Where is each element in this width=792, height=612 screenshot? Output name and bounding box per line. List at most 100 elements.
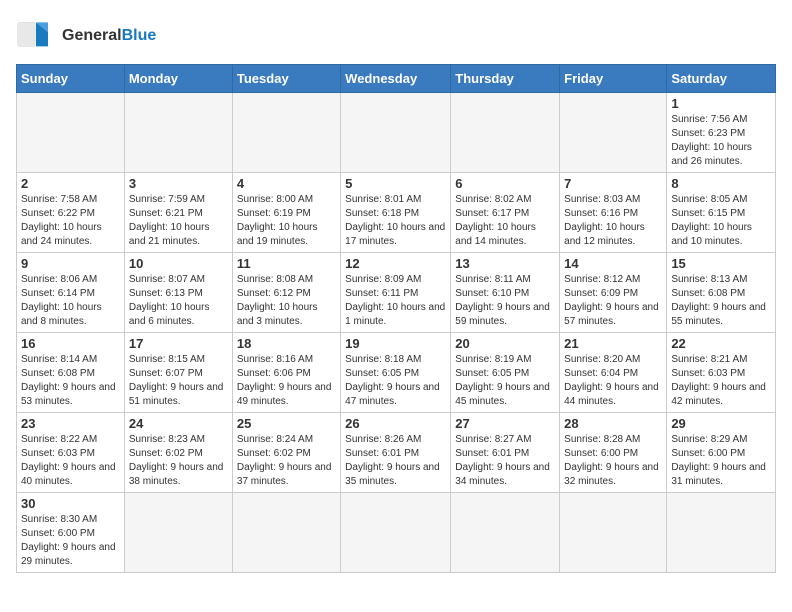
day-info: Sunrise: 8:24 AM Sunset: 6:02 PM Dayligh… [237,433,336,489]
day-number: 29 [671,416,771,431]
calendar-cell: 8 Sunrise: 8:05 AM Sunset: 6:15 PM Daylig… [667,173,776,253]
calendar-cell: 23 Sunrise: 8:22 AM Sunset: 6:03 PM Dayli… [17,413,125,493]
calendar-cell: 1Sunrise: 7:56 AM Sunset: 6:23 PM Daylig… [667,93,776,173]
calendar-cell: 19Sunrise: 8:18 AM Sunset: 6:05 PM Dayli… [341,333,451,413]
day-number: 21 [564,336,662,351]
day-info: Sunrise: 8:27 AM Sunset: 6:01 PM Dayligh… [455,433,555,489]
calendar-cell: 21 Sunrise: 8:20 AM Sunset: 6:04 PM Dayli… [560,333,667,413]
day-number: 30 [21,496,120,511]
day-info: Sunrise: 8:08 AM Sunset: 6:12 PM Dayligh… [237,273,336,329]
day-info: Sunrise: 8:30 AM Sunset: 6:00 PM Dayligh… [21,513,120,569]
day-info: Sunrise: 8:14 AM Sunset: 6:08 PM Dayligh… [21,353,120,409]
day-info: Sunrise: 8:23 AM Sunset: 6:02 PM Dayligh… [129,433,228,489]
calendar-cell [232,493,340,573]
day-info: Sunrise: 8:06 AM Sunset: 6:14 PM Dayligh… [21,273,120,329]
day-info: Sunrise: 8:28 AM Sunset: 6:00 PM Dayligh… [564,433,662,489]
header: GeneralBlue [16,16,776,56]
calendar-week-5: 23 Sunrise: 8:22 AM Sunset: 6:03 PM Dayli… [17,413,776,493]
day-number: 16 [21,336,120,351]
day-info: Sunrise: 8:00 AM Sunset: 6:19 PM Dayligh… [237,193,336,249]
day-info: Sunrise: 8:09 AM Sunset: 6:11 PM Dayligh… [345,273,446,329]
logo-text: GeneralBlue [62,27,156,45]
day-number: 22 [671,336,771,351]
calendar-week-6: 30 Sunrise: 8:30 AM Sunset: 6:00 PM Dayli… [17,493,776,573]
calendar-cell [17,93,125,173]
day-number: 15 [671,256,771,271]
calendar-cell: 29 Sunrise: 8:29 AM Sunset: 6:00 PM Dayli… [667,413,776,493]
day-number: 25 [237,416,336,431]
calendar-cell: 26 Sunrise: 8:26 AM Sunset: 6:01 PM Dayli… [341,413,451,493]
calendar-cell: 2Sunrise: 7:58 AM Sunset: 6:22 PM Daylig… [17,173,125,253]
calendar-cell: 9Sunrise: 8:06 AM Sunset: 6:14 PM Daylig… [17,253,125,333]
day-info: Sunrise: 8:11 AM Sunset: 6:10 PM Dayligh… [455,273,555,329]
day-number: 28 [564,416,662,431]
col-header-thursday: Thursday [451,65,560,93]
day-info: Sunrise: 8:01 AM Sunset: 6:18 PM Dayligh… [345,193,446,249]
day-number: 17 [129,336,228,351]
day-number: 3 [129,176,228,191]
day-number: 27 [455,416,555,431]
day-info: Sunrise: 7:59 AM Sunset: 6:21 PM Dayligh… [129,193,228,249]
day-info: Sunrise: 8:15 AM Sunset: 6:07 PM Dayligh… [129,353,228,409]
calendar-cell: 22 Sunrise: 8:21 AM Sunset: 6:03 PM Dayli… [667,333,776,413]
col-header-tuesday: Tuesday [232,65,340,93]
calendar-cell [560,93,667,173]
calendar-cell: 28 Sunrise: 8:28 AM Sunset: 6:00 PM Dayli… [560,413,667,493]
calendar-cell [451,93,560,173]
calendar: SundayMondayTuesdayWednesdayThursdayFrid… [16,64,776,573]
calendar-cell: 7Sunrise: 8:03 AM Sunset: 6:16 PM Daylig… [560,173,667,253]
calendar-cell: 25 Sunrise: 8:24 AM Sunset: 6:02 PM Dayli… [232,413,340,493]
day-info: Sunrise: 7:58 AM Sunset: 6:22 PM Dayligh… [21,193,120,249]
col-header-saturday: Saturday [667,65,776,93]
day-info: Sunrise: 8:02 AM Sunset: 6:17 PM Dayligh… [455,193,555,249]
calendar-cell: 20Sunrise: 8:19 AM Sunset: 6:05 PM Dayli… [451,333,560,413]
calendar-cell: 24 Sunrise: 8:23 AM Sunset: 6:02 PM Dayli… [124,413,232,493]
calendar-cell [667,493,776,573]
calendar-cell: 27 Sunrise: 8:27 AM Sunset: 6:01 PM Dayli… [451,413,560,493]
day-number: 11 [237,256,336,271]
day-info: Sunrise: 8:05 AM Sunset: 6:15 PM Dayligh… [671,193,771,249]
calendar-week-1: 1Sunrise: 7:56 AM Sunset: 6:23 PM Daylig… [17,93,776,173]
calendar-cell: 12 Sunrise: 8:09 AM Sunset: 6:11 PM Dayli… [341,253,451,333]
day-number: 23 [21,416,120,431]
calendar-week-4: 16 Sunrise: 8:14 AM Sunset: 6:08 PM Dayli… [17,333,776,413]
col-header-sunday: Sunday [17,65,125,93]
day-info: Sunrise: 8:20 AM Sunset: 6:04 PM Dayligh… [564,353,662,409]
calendar-cell: 15 Sunrise: 8:13 AM Sunset: 6:08 PM Dayli… [667,253,776,333]
calendar-cell: 11 Sunrise: 8:08 AM Sunset: 6:12 PM Dayli… [232,253,340,333]
day-info: Sunrise: 8:12 AM Sunset: 6:09 PM Dayligh… [564,273,662,329]
calendar-cell: 3 Sunrise: 7:59 AM Sunset: 6:21 PM Daylig… [124,173,232,253]
day-number: 12 [345,256,446,271]
calendar-cell: 30 Sunrise: 8:30 AM Sunset: 6:00 PM Dayli… [17,493,125,573]
day-number: 26 [345,416,446,431]
day-number: 7 [564,176,662,191]
calendar-cell [124,493,232,573]
day-number: 14 [564,256,662,271]
day-number: 8 [671,176,771,191]
calendar-cell: 13Sunrise: 8:11 AM Sunset: 6:10 PM Dayli… [451,253,560,333]
calendar-cell [451,493,560,573]
day-info: Sunrise: 8:21 AM Sunset: 6:03 PM Dayligh… [671,353,771,409]
day-info: Sunrise: 8:13 AM Sunset: 6:08 PM Dayligh… [671,273,771,329]
calendar-cell: 16 Sunrise: 8:14 AM Sunset: 6:08 PM Dayli… [17,333,125,413]
calendar-cell: 4 Sunrise: 8:00 AM Sunset: 6:19 PM Daylig… [232,173,340,253]
calendar-cell: 18Sunrise: 8:16 AM Sunset: 6:06 PM Dayli… [232,333,340,413]
day-number: 18 [237,336,336,351]
day-info: Sunrise: 8:07 AM Sunset: 6:13 PM Dayligh… [129,273,228,329]
calendar-cell [560,493,667,573]
calendar-header-row: SundayMondayTuesdayWednesdayThursdayFrid… [17,65,776,93]
calendar-cell: 17 Sunrise: 8:15 AM Sunset: 6:07 PM Dayli… [124,333,232,413]
day-number: 19 [345,336,446,351]
logo-icon [16,16,56,56]
calendar-week-3: 9Sunrise: 8:06 AM Sunset: 6:14 PM Daylig… [17,253,776,333]
calendar-cell [232,93,340,173]
day-number: 4 [237,176,336,191]
calendar-cell [341,493,451,573]
calendar-cell: 10Sunrise: 8:07 AM Sunset: 6:13 PM Dayli… [124,253,232,333]
day-info: Sunrise: 8:22 AM Sunset: 6:03 PM Dayligh… [21,433,120,489]
day-number: 6 [455,176,555,191]
logo: GeneralBlue [16,16,156,56]
day-number: 24 [129,416,228,431]
day-info: Sunrise: 8:26 AM Sunset: 6:01 PM Dayligh… [345,433,446,489]
day-info: Sunrise: 8:29 AM Sunset: 6:00 PM Dayligh… [671,433,771,489]
